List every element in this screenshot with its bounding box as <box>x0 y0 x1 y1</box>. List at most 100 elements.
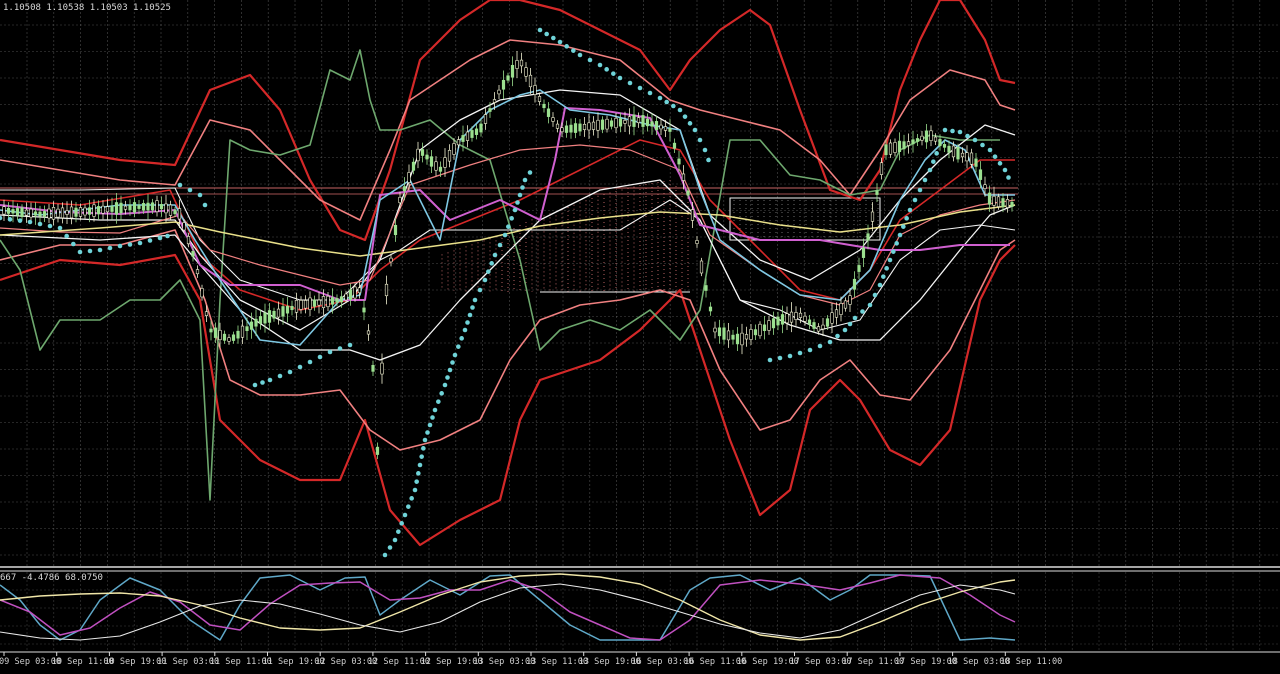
sar-dot <box>470 305 475 310</box>
sar-dot <box>847 321 853 327</box>
candle-body <box>690 209 695 221</box>
candle-body <box>803 315 807 322</box>
sar-dot <box>777 355 783 361</box>
candle-body <box>177 208 182 220</box>
candle-body <box>335 298 339 303</box>
candle-body <box>1001 198 1005 208</box>
candle-body <box>438 166 443 172</box>
sar-dot <box>287 369 293 375</box>
ichimoku-cloud <box>441 180 881 293</box>
candle-body <box>218 329 222 341</box>
candle-body <box>317 299 321 306</box>
candle-body <box>969 152 974 165</box>
sar-dot <box>860 309 865 314</box>
sar-dot <box>671 103 676 109</box>
candle-body <box>407 172 411 183</box>
sar-dot <box>7 217 13 222</box>
candle-body <box>870 211 875 222</box>
candle-body <box>375 446 380 455</box>
candle-body <box>258 316 263 324</box>
candle-body <box>497 89 501 95</box>
sar-dot <box>965 133 970 139</box>
sar-dot <box>557 39 563 45</box>
sar-dot <box>137 240 143 246</box>
candle-body <box>465 131 470 141</box>
candle-body <box>758 323 762 337</box>
candle-body <box>141 203 146 211</box>
candle-body <box>294 300 299 313</box>
sar-dot <box>907 207 913 213</box>
sar-dot <box>447 367 453 373</box>
candle-body <box>816 326 821 332</box>
candle-body <box>555 123 560 129</box>
candle-body <box>983 184 987 189</box>
sar-dot <box>927 167 933 173</box>
candle-body <box>474 128 479 135</box>
candle-body <box>537 96 542 102</box>
candle-body <box>456 139 461 146</box>
sar-dot <box>307 359 313 365</box>
sar-dot <box>657 95 663 101</box>
trading-chart[interactable]: 09 Sep 03:00 10 Sep 11:00 10 Sep 19:00 11 S… <box>0 0 1280 670</box>
sar-dot <box>571 48 576 53</box>
sar-dot <box>462 327 468 333</box>
candle-body <box>812 322 816 329</box>
candle-body <box>29 208 33 218</box>
candle-body <box>546 108 551 117</box>
candle-body <box>299 300 303 310</box>
sar-dot <box>942 127 948 133</box>
candle-body <box>510 64 515 78</box>
candle-body <box>848 295 852 305</box>
candle-body <box>767 320 771 331</box>
candle-body <box>987 192 992 205</box>
sar-dot <box>551 35 556 41</box>
candle-body <box>551 117 555 122</box>
candle-body <box>362 307 366 313</box>
candle-body <box>956 147 960 160</box>
candle-body <box>807 319 812 325</box>
candle-body <box>461 135 465 142</box>
sar-dot <box>406 504 411 509</box>
sar-dot <box>445 375 450 380</box>
sar-dot <box>497 242 503 248</box>
sar-dot <box>467 312 473 318</box>
candle-body <box>591 121 596 130</box>
sar-dot <box>157 235 163 241</box>
candle-body <box>947 145 951 153</box>
candle-body <box>704 285 708 291</box>
sar-dot <box>77 249 83 255</box>
candle-body <box>681 173 686 181</box>
sar-dot <box>682 114 688 119</box>
candle-body <box>173 209 177 215</box>
sar-dot <box>64 233 69 239</box>
sar-dot <box>37 221 43 227</box>
candle-body <box>884 144 888 156</box>
sar-dot <box>664 99 669 105</box>
time-axis: 09 Sep 03:0010 Sep 11:0010 Sep 19:0011 S… <box>0 651 1280 667</box>
sar-dot <box>432 407 438 413</box>
sar-dot <box>492 252 498 258</box>
candle-body <box>636 117 641 124</box>
candle-body <box>110 205 114 212</box>
sar-dot <box>396 529 401 534</box>
sar-dot <box>891 249 896 254</box>
sar-dot <box>912 197 918 203</box>
sar-dot <box>347 342 353 348</box>
candle-body <box>272 310 276 319</box>
sar-dot <box>934 151 939 156</box>
candle-body <box>618 118 623 127</box>
candle-body <box>348 289 353 300</box>
candle-body <box>776 316 780 326</box>
oscillator-line <box>0 573 1016 641</box>
candle-body <box>668 128 672 132</box>
chart-canvas[interactable]: 09 Sep 03:0010 Sep 11:0010 Sep 19:0011 S… <box>0 0 1280 670</box>
candle-body <box>83 207 87 216</box>
candle-body <box>479 123 483 133</box>
sar-dot <box>817 343 823 349</box>
candle-body <box>164 203 168 214</box>
sar-dot <box>767 357 773 363</box>
sar-dot <box>422 437 428 443</box>
candle-body <box>569 124 573 133</box>
candle-body <box>132 202 137 213</box>
candle-body <box>722 327 726 340</box>
